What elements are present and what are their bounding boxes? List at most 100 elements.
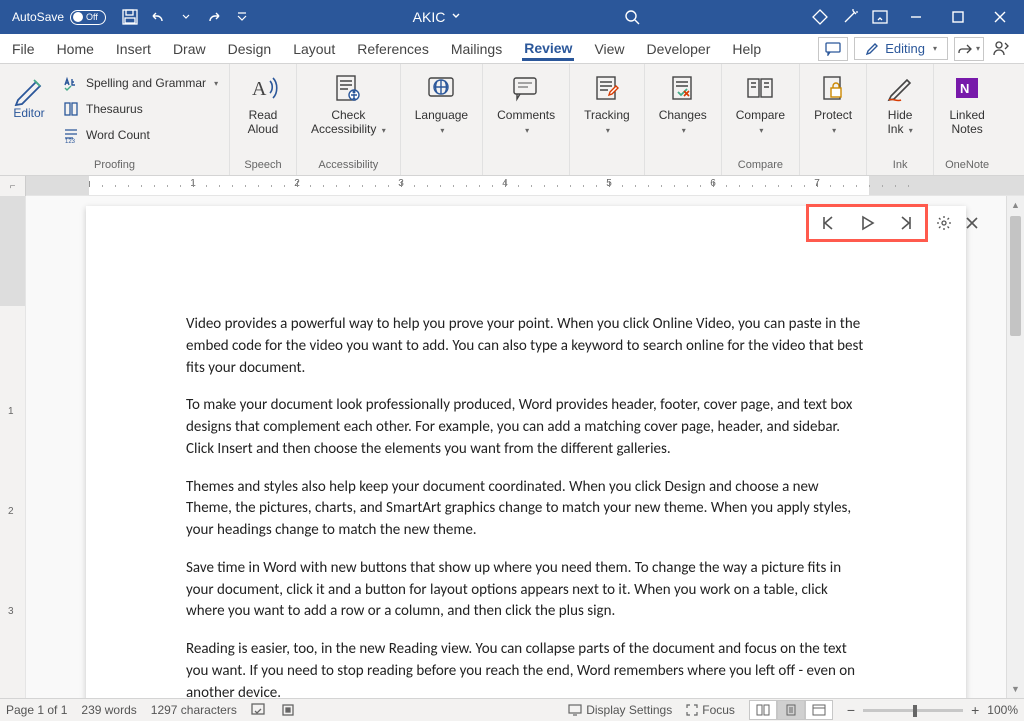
tracking-icon bbox=[591, 72, 623, 104]
title-dropdown-icon[interactable] bbox=[451, 10, 461, 24]
tracking-button[interactable]: Tracking▾ bbox=[576, 68, 638, 137]
wand-icon[interactable] bbox=[836, 3, 864, 31]
ribbon: Editor Spelling and Grammar ▾ Thesaurus … bbox=[0, 64, 1024, 176]
paragraph[interactable]: To make your document look professionall… bbox=[186, 395, 866, 460]
speech-group-label: Speech bbox=[236, 156, 290, 175]
changes-label: Changes bbox=[659, 108, 707, 122]
close-playback-icon[interactable] bbox=[960, 211, 984, 235]
tab-help[interactable]: Help bbox=[730, 37, 763, 61]
thesaurus-button[interactable]: Thesaurus bbox=[58, 98, 222, 120]
ink-group-label: Ink bbox=[873, 156, 927, 175]
ribbon-tabs: File Home Insert Draw Design Layout Refe… bbox=[0, 34, 1024, 64]
maximize-icon[interactable] bbox=[938, 3, 978, 31]
language-label: Language bbox=[415, 108, 468, 122]
compare-icon bbox=[744, 72, 776, 104]
editor-button[interactable]: Editor bbox=[6, 68, 52, 124]
wordcount-label: Word Count bbox=[86, 128, 150, 142]
tab-design[interactable]: Design bbox=[226, 37, 274, 61]
display-settings-button[interactable]: Display Settings bbox=[568, 703, 672, 717]
changes-icon bbox=[667, 72, 699, 104]
scroll-up-icon[interactable]: ▲ bbox=[1007, 196, 1024, 214]
tab-review[interactable]: Review bbox=[522, 36, 574, 61]
zoom-out-button[interactable]: − bbox=[847, 702, 855, 718]
changes-button[interactable]: Changes▾ bbox=[651, 68, 715, 137]
title-bar: AutoSave Off AKIC bbox=[0, 0, 1024, 34]
word-count-indicator[interactable]: 239 words bbox=[81, 703, 136, 717]
scroll-down-icon[interactable]: ▼ bbox=[1007, 680, 1024, 698]
spelling-grammar-button[interactable]: Spelling and Grammar ▾ bbox=[58, 72, 222, 94]
vertical-ruler[interactable]: 1 2 3 bbox=[0, 196, 26, 698]
horizontal-ruler[interactable]: ⌐ 1234567 bbox=[0, 176, 1024, 196]
ribbon-display-icon[interactable] bbox=[866, 3, 894, 31]
print-layout-view-icon[interactable] bbox=[777, 700, 805, 720]
protect-button[interactable]: Protect▾ bbox=[806, 68, 860, 137]
tab-home[interactable]: Home bbox=[55, 37, 96, 61]
hide-ink-button[interactable]: Hide Ink ▾ bbox=[873, 68, 927, 137]
editing-mode-button[interactable]: Editing ▾ bbox=[854, 37, 948, 60]
autosave-toggle[interactable]: AutoSave Off bbox=[12, 10, 106, 25]
zoom-level[interactable]: 100% bbox=[987, 703, 1018, 717]
previous-button[interactable] bbox=[817, 211, 841, 235]
tab-mailings[interactable]: Mailings bbox=[449, 37, 504, 61]
next-button[interactable] bbox=[893, 211, 917, 235]
character-count-indicator[interactable]: 1297 characters bbox=[151, 703, 237, 717]
qat-customize-icon[interactable] bbox=[228, 3, 256, 31]
comments-label: Comments bbox=[497, 108, 555, 122]
zoom-slider[interactable] bbox=[863, 709, 963, 712]
play-button[interactable] bbox=[855, 211, 879, 235]
tab-references[interactable]: References bbox=[355, 37, 431, 61]
undo-dropdown-icon[interactable] bbox=[172, 3, 200, 31]
tab-insert[interactable]: Insert bbox=[114, 37, 153, 61]
minimize-icon[interactable] bbox=[896, 3, 936, 31]
redo-icon[interactable] bbox=[200, 3, 228, 31]
linked-notes-button[interactable]: N Linked Notes bbox=[940, 68, 994, 137]
tab-draw[interactable]: Draw bbox=[171, 37, 208, 61]
ruler-corner: ⌐ bbox=[0, 176, 26, 196]
language-button[interactable]: Language▾ bbox=[407, 68, 476, 137]
language-icon bbox=[425, 72, 457, 104]
undo-icon[interactable] bbox=[144, 3, 172, 31]
comments-button[interactable]: Comments▾ bbox=[489, 68, 563, 137]
read-mode-view-icon[interactable] bbox=[749, 700, 777, 720]
read-aloud-controls bbox=[806, 204, 984, 242]
document-viewport[interactable]: Video provides a powerful way to help yo… bbox=[26, 196, 1006, 698]
paragraph[interactable]: Video provides a powerful way to help yo… bbox=[186, 314, 866, 379]
search-icon[interactable] bbox=[618, 3, 646, 31]
compare-button[interactable]: Compare▾ bbox=[728, 68, 793, 137]
comments-shortcut-icon[interactable] bbox=[818, 37, 848, 61]
read-aloud-button[interactable]: A Read Aloud bbox=[236, 68, 290, 137]
scroll-thumb[interactable] bbox=[1010, 216, 1021, 336]
paragraph[interactable]: Reading is easier, too, in the new Readi… bbox=[186, 639, 866, 698]
vertical-scrollbar[interactable]: ▲ ▼ bbox=[1006, 196, 1024, 698]
tab-file[interactable]: File bbox=[10, 37, 37, 61]
spelling-label: Spelling and Grammar bbox=[86, 76, 206, 90]
diamond-icon[interactable] bbox=[806, 3, 834, 31]
save-icon[interactable] bbox=[116, 3, 144, 31]
web-layout-view-icon[interactable] bbox=[805, 700, 833, 720]
close-icon[interactable] bbox=[980, 3, 1020, 31]
macro-status-icon[interactable] bbox=[281, 703, 295, 717]
page-indicator[interactable]: Page 1 of 1 bbox=[6, 703, 67, 717]
check-accessibility-button[interactable]: Check Accessibility ▾ bbox=[303, 68, 394, 137]
word-count-button[interactable]: 123 Word Count bbox=[58, 124, 222, 146]
spell-check-status-icon[interactable] bbox=[251, 703, 267, 717]
tab-view[interactable]: View bbox=[592, 37, 626, 61]
proofing-group-label: Proofing bbox=[6, 156, 223, 175]
account-icon[interactable] bbox=[990, 40, 1014, 58]
paragraph[interactable]: Save time in Word with new buttons that … bbox=[186, 558, 866, 623]
tab-developer[interactable]: Developer bbox=[645, 37, 713, 61]
tracking-label: Tracking bbox=[584, 108, 630, 122]
focus-button[interactable]: Focus bbox=[686, 703, 735, 717]
zoom-in-button[interactable]: + bbox=[971, 702, 979, 718]
doc-title: AKIC bbox=[413, 9, 446, 25]
settings-icon[interactable] bbox=[932, 211, 956, 235]
onenote-group-label: OneNote bbox=[940, 156, 994, 175]
share-button[interactable]: ▾ bbox=[954, 37, 984, 61]
comments-icon bbox=[510, 72, 542, 104]
status-bar: Page 1 of 1 239 words 1297 characters Di… bbox=[0, 698, 1024, 721]
linked-notes-label: Linked Notes bbox=[949, 108, 984, 137]
compare-group-label: Compare bbox=[728, 156, 793, 175]
read-aloud-icon: A bbox=[247, 72, 279, 104]
paragraph[interactable]: Themes and styles also help keep your do… bbox=[186, 477, 866, 542]
tab-layout[interactable]: Layout bbox=[291, 37, 337, 61]
